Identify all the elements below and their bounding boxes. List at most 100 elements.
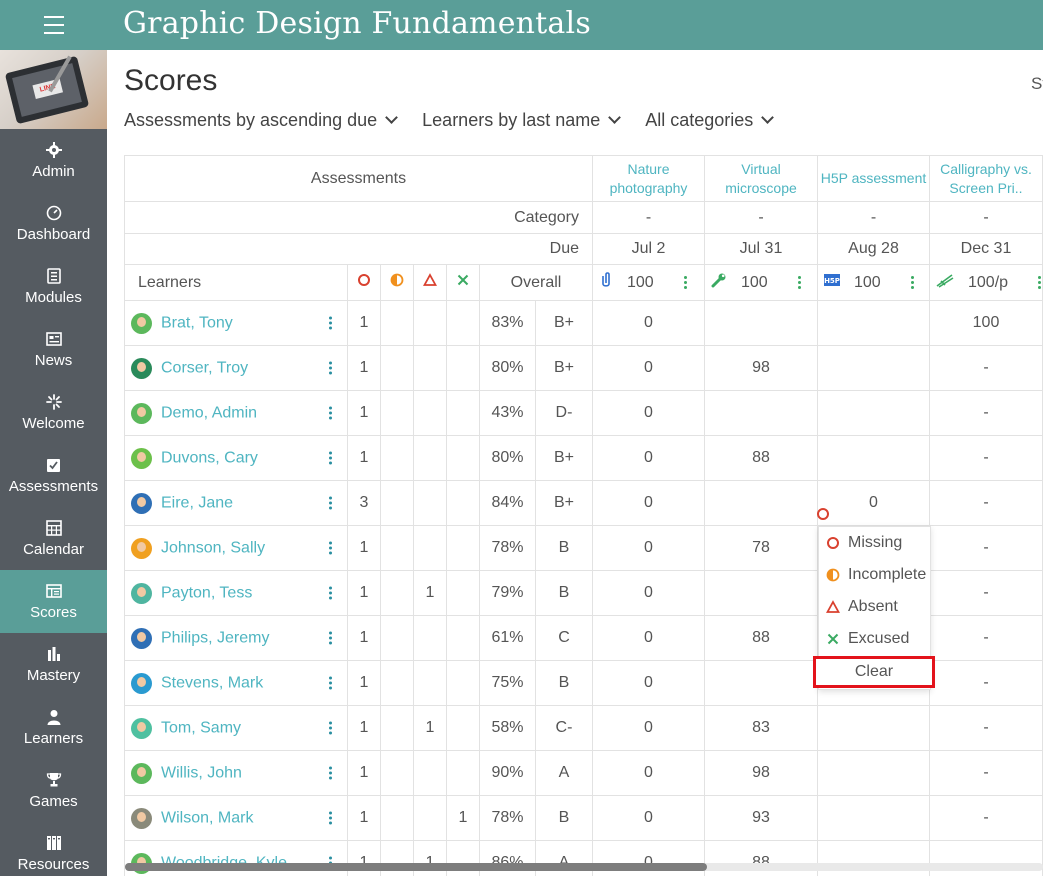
sidebar-item-assessments[interactable]: Assessments: [0, 444, 107, 507]
sidebar-item-welcome[interactable]: Welcome: [0, 381, 107, 444]
assessment-sort-dropdown[interactable]: Assessments by ascending due: [124, 110, 399, 131]
score-cell[interactable]: [817, 300, 930, 346]
sidebar-item-games[interactable]: Games: [0, 759, 107, 822]
score-cell[interactable]: -: [929, 660, 1043, 706]
score-cell[interactable]: 0: [592, 435, 705, 481]
overall-column-header[interactable]: Overall: [479, 264, 593, 301]
clear-button[interactable]: Clear: [813, 656, 935, 688]
assessment-title-link[interactable]: Calligraphy vs. Screen Pri..: [929, 155, 1043, 202]
score-cell[interactable]: [817, 390, 930, 436]
popup-option-missing[interactable]: Missing: [819, 527, 930, 559]
learner-options-icon[interactable]: [329, 495, 333, 512]
learner-options-icon[interactable]: [329, 360, 333, 377]
score-cell[interactable]: -: [929, 345, 1043, 391]
header-right-text[interactable]: St: [1031, 74, 1043, 94]
sidebar-item-modules[interactable]: Modules: [0, 255, 107, 318]
learner-options-icon[interactable]: [329, 765, 333, 782]
score-cell[interactable]: 78: [704, 525, 818, 571]
half-circle-column-header[interactable]: [380, 264, 414, 301]
score-cell[interactable]: 0: [592, 390, 705, 436]
score-cell[interactable]: [704, 570, 818, 616]
score-cell[interactable]: -: [929, 570, 1043, 616]
learner-name-link[interactable]: Duvons, Cary: [161, 449, 258, 466]
popup-option-incomplete[interactable]: Incomplete: [819, 559, 930, 591]
score-cell[interactable]: 0: [592, 750, 705, 796]
score-cell[interactable]: [817, 435, 930, 481]
score-cell[interactable]: 88: [704, 435, 818, 481]
x-column-header[interactable]: [446, 264, 480, 301]
horizontal-scrollbar-thumb[interactable]: [125, 863, 707, 871]
assessment-title-link[interactable]: Nature photography: [592, 155, 705, 202]
sidebar-item-news[interactable]: News: [0, 318, 107, 381]
category-dropdown[interactable]: All categories: [645, 110, 775, 131]
score-cell[interactable]: 0: [592, 300, 705, 346]
triangle-column-header[interactable]: [413, 264, 447, 301]
score-cell[interactable]: -: [929, 390, 1043, 436]
learner-options-icon[interactable]: [329, 720, 333, 737]
score-cell[interactable]: 0: [592, 345, 705, 391]
learner-name-link[interactable]: Eire, Jane: [161, 494, 233, 511]
score-cell[interactable]: [817, 795, 930, 841]
learner-name-link[interactable]: Brat, Tony: [161, 314, 233, 331]
learner-sort-dropdown[interactable]: Learners by last name: [422, 110, 622, 131]
assessment-title-link[interactable]: Virtual microscope: [704, 155, 818, 202]
score-cell[interactable]: 83: [704, 705, 818, 751]
assessment-title-link[interactable]: H5P assessment: [817, 155, 930, 202]
learner-options-icon[interactable]: [329, 630, 333, 647]
learner-name-link[interactable]: Stevens, Mark: [161, 674, 263, 691]
learners-column-header[interactable]: Learners: [124, 264, 348, 301]
learner-options-icon[interactable]: [329, 450, 333, 467]
sidebar-item-dashboard[interactable]: Dashboard: [0, 192, 107, 255]
sidebar-item-admin[interactable]: Admin: [0, 129, 107, 192]
score-cell[interactable]: 0: [592, 480, 705, 526]
score-cell[interactable]: [704, 300, 818, 346]
sidebar-item-calendar[interactable]: Calendar: [0, 507, 107, 570]
learner-options-icon[interactable]: [329, 540, 333, 557]
learner-options-icon[interactable]: [329, 585, 333, 602]
score-cell[interactable]: 0: [592, 570, 705, 616]
score-cell[interactable]: 93: [704, 795, 818, 841]
learner-name-link[interactable]: Demo, Admin: [161, 404, 257, 421]
score-cell[interactable]: [704, 660, 818, 706]
score-cell[interactable]: 98: [704, 750, 818, 796]
hamburger-menu-button[interactable]: [0, 0, 107, 50]
score-cell[interactable]: [704, 390, 818, 436]
learner-name-link[interactable]: Payton, Tess: [161, 584, 252, 601]
learner-options-icon[interactable]: [329, 315, 333, 332]
learner-name-link[interactable]: Tom, Samy: [161, 719, 241, 736]
course-thumbnail[interactable]: LINE: [0, 50, 107, 129]
score-cell[interactable]: [817, 345, 930, 391]
score-cell[interactable]: -: [929, 795, 1043, 841]
score-cell[interactable]: 0: [592, 525, 705, 571]
score-cell[interactable]: 0: [817, 480, 930, 526]
learner-name-link[interactable]: Philips, Jeremy: [161, 629, 269, 646]
score-cell[interactable]: 0: [592, 615, 705, 661]
score-cell[interactable]: 0: [592, 705, 705, 751]
score-cell[interactable]: -: [929, 705, 1043, 751]
sidebar-item-learners[interactable]: Learners: [0, 696, 107, 759]
score-cell[interactable]: -: [929, 480, 1043, 526]
sidebar-item-mastery[interactable]: Mastery: [0, 633, 107, 696]
score-cell[interactable]: 100: [929, 300, 1043, 346]
assessment-options-icon[interactable]: [1038, 274, 1042, 291]
learner-name-link[interactable]: Corser, Troy: [161, 359, 248, 376]
score-cell[interactable]: 98: [704, 345, 818, 391]
score-cell[interactable]: [817, 705, 930, 751]
score-cell[interactable]: -: [929, 435, 1043, 481]
score-cell[interactable]: -: [929, 615, 1043, 661]
score-cell[interactable]: 88: [704, 615, 818, 661]
circle-column-header[interactable]: [347, 264, 381, 301]
learner-options-icon[interactable]: [329, 405, 333, 422]
popup-option-absent[interactable]: Absent: [819, 591, 930, 623]
score-cell[interactable]: [817, 750, 930, 796]
learner-options-icon[interactable]: [329, 675, 333, 692]
learner-name-link[interactable]: Willis, John: [161, 764, 242, 781]
score-cell[interactable]: 0: [592, 795, 705, 841]
learner-options-icon[interactable]: [329, 810, 333, 827]
sidebar-item-scores[interactable]: Scores: [0, 570, 107, 633]
learner-name-link[interactable]: Johnson, Sally: [161, 539, 265, 556]
assessment-options-icon[interactable]: [797, 274, 801, 291]
assessment-options-icon[interactable]: [910, 274, 914, 291]
popup-option-excused[interactable]: Excused: [819, 623, 930, 655]
learner-name-link[interactable]: Wilson, Mark: [161, 809, 253, 826]
